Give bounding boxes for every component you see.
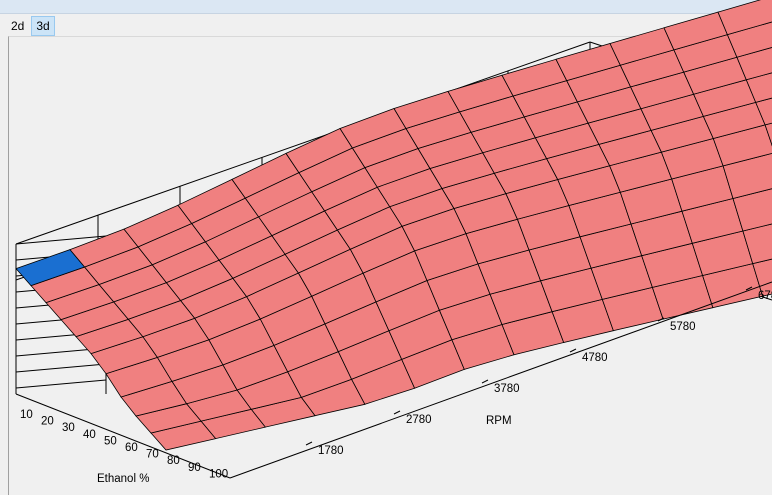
y-tick-label: 90 — [188, 462, 201, 474]
y-tick-label: 70 — [146, 449, 159, 461]
x-tick-mark — [305, 441, 313, 446]
x-tick-mark — [393, 410, 401, 415]
y-tick-label: 40 — [83, 429, 96, 441]
x-tick-mark — [569, 348, 577, 353]
x-tick-label: 2780 — [406, 414, 432, 426]
x-tick-label: 3780 — [494, 383, 520, 395]
x-tick-label: 5780 — [670, 321, 696, 333]
left-wall-hline — [15, 363, 107, 373]
y-axis-title: Ethanol % — [97, 473, 149, 485]
y-tick-label: 50 — [104, 435, 117, 447]
x-axis-title: RPM — [486, 415, 512, 427]
x-tick-mark — [481, 379, 489, 384]
y-tick-label: 10 — [20, 409, 33, 421]
x-tick-label: 1780 — [318, 445, 344, 457]
surface-mesh — [15, 0, 772, 451]
y-tick-label: 100 — [209, 468, 228, 480]
x-tick-label: 678 — [758, 290, 772, 302]
y-tick-label: 20 — [41, 416, 54, 428]
y-tick-label: 30 — [62, 422, 75, 434]
y-tick-label: 60 — [125, 442, 138, 454]
x-tick-label: 4780 — [582, 352, 608, 364]
left-wall-hline — [15, 379, 107, 389]
surface-chart[interactable]: 1780 2780 3780 4780 5780 678 10 20 30 40 50 60 70 80 9… — [0, 0, 772, 494]
y-tick-label: 80 — [167, 455, 180, 467]
